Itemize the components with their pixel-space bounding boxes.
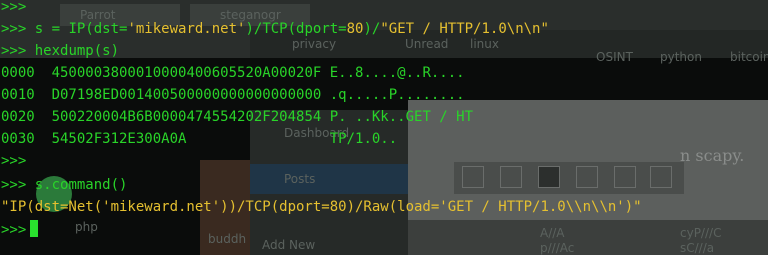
prompt: >>> <box>1 21 27 37</box>
prompt: >>> <box>1 0 27 15</box>
hex-offset: 0020 <box>1 109 35 125</box>
text-cursor <box>30 220 39 237</box>
hex-ascii: TP/1.0.. <box>329 131 398 147</box>
hex-offset: 0030 <box>1 131 35 147</box>
string-literal: "GET / HTTP/1.0\n\n" <box>380 21 549 37</box>
terminal-line-command-command: >>> s.command() <box>1 176 127 194</box>
command-text: s = IP(dst= <box>26 21 128 37</box>
number-literal: 80 <box>346 21 364 37</box>
terminal-line: >>> <box>1 152 26 170</box>
command-output: "IP(dst=Net('mikeward.net'))/TCP(dport=8… <box>1 198 642 216</box>
hex-bytes: 54502F312E300A0A <box>51 131 187 147</box>
hexdump-row: 0020 500220004B6B0000474554202F204854 P.… <box>1 108 473 126</box>
command-text: )/ <box>363 21 381 37</box>
command-text: )/TCP(dport= <box>245 21 347 37</box>
command-text: s.command() <box>26 177 128 193</box>
hex-ascii: .q.....P........ <box>329 87 465 103</box>
screen: Parrot steganogr privacy Unread linux OS… <box>0 0 768 255</box>
output-string: "IP(dst=Net('mikeward.net'))/TCP(dport=8… <box>1 199 642 215</box>
prompt: >>> <box>1 222 27 238</box>
hex-ascii: P. ..Kk..GET / HT <box>329 109 474 125</box>
terminal-line-packet-command: >>> s = IP(dst='mikeward.net')/TCP(dport… <box>1 20 549 38</box>
prompt: >>> <box>1 43 27 59</box>
hexdump-row: 0010 D07198ED001400500000000000000000 .q… <box>1 86 465 104</box>
command-text: hexdump(s) <box>26 43 120 59</box>
hex-offset: 0000 <box>1 65 35 81</box>
prompt: >>> <box>1 177 27 193</box>
hex-ascii: E..8....@..R.... <box>329 65 465 81</box>
string-literal: 'mikeward.net' <box>127 21 246 37</box>
hexdump-row: 0000 4500003800010000400605520A00020F E.… <box>1 64 465 82</box>
hexdump-row: 0030 54502F312E300A0A TP/1.0.. <box>1 130 397 148</box>
terminal-line-hexdump-command: >>> hexdump(s) <box>1 42 119 60</box>
prompt: >>> <box>1 153 27 169</box>
terminal-input-line[interactable]: >>> <box>1 220 39 238</box>
hex-bytes: D07198ED001400500000000000000000 <box>51 87 322 103</box>
hex-bytes: 4500003800010000400605520A00020F <box>51 65 322 81</box>
hex-bytes: 500220004B6B0000474554202F204854 <box>51 109 322 125</box>
hex-offset: 0010 <box>1 87 35 103</box>
python-terminal[interactable]: >>> >>> s = IP(dst='mikeward.net')/TCP(d… <box>0 0 768 255</box>
terminal-line: >>> <box>1 0 26 16</box>
